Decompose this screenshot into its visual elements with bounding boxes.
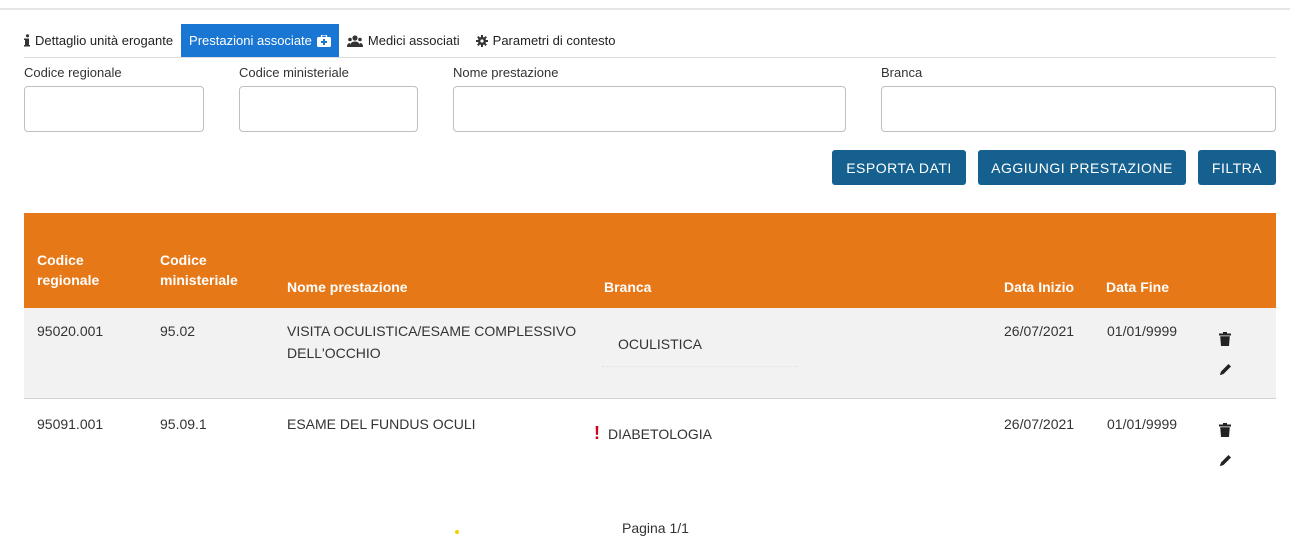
filtra-button[interactable]: FILTRA	[1198, 150, 1276, 185]
tab-label: Dettaglio unità erogante	[35, 33, 174, 48]
table-header: Codice regionale Codice ministeriale Nom…	[24, 213, 1276, 308]
tab-prestazioni-associate[interactable]: Prestazioni associate	[181, 24, 339, 57]
cell-codice-ministeriale: 95.02	[160, 323, 196, 339]
branca-value: DIABETOLOGIA	[608, 426, 712, 442]
tab-dettaglio-unita[interactable]: Dettaglio unità erogante	[24, 24, 181, 57]
users-icon	[346, 34, 363, 47]
cell-branca: OCULISTICA	[610, 332, 702, 355]
codice-ministeriale-label: Codice ministeriale	[239, 65, 349, 80]
cell-branca: ! DIABETOLOGIA	[594, 422, 712, 445]
nome-prestazione-input[interactable]	[453, 86, 846, 132]
table-row: 95091.001 95.09.1 ESAME DEL FUNDUS OCULI…	[24, 399, 1276, 489]
header-data-inizio: Data Inizio	[1004, 279, 1075, 295]
cell-codice-ministeriale: 95.09.1	[160, 416, 207, 432]
cropped-header-text	[18, 0, 218, 4]
pagination-label: Pagina 1/1	[622, 520, 689, 536]
medical-kit-icon	[316, 34, 331, 47]
cell-data-fine: 01/01/9999	[1107, 323, 1178, 339]
trash-icon[interactable]	[1217, 331, 1233, 347]
cell-codice-regionale: 95020.001	[37, 323, 104, 339]
header-codice-regionale: Codice regionale	[37, 252, 100, 288]
tab-label: Prestazioni associate	[189, 33, 312, 48]
branca-label: Branca	[881, 65, 923, 80]
branca-value: OCULISTICA	[618, 336, 703, 352]
header-codice-ministeriale: Codice ministeriale	[160, 252, 238, 288]
pagination-indicator	[455, 530, 459, 534]
tab-parametri-contesto[interactable]: Parametri di contesto	[468, 24, 624, 57]
trash-icon[interactable]	[1217, 422, 1233, 438]
tab-label: Medici associati	[367, 33, 460, 48]
tab-label: Parametri di contesto	[492, 33, 616, 48]
nome-prestazione-label: Nome prestazione	[453, 65, 559, 80]
esporta-dati-button[interactable]: ESPORTA DATI	[832, 150, 966, 185]
codice-regionale-input[interactable]	[24, 86, 204, 132]
pencil-icon[interactable]	[1217, 361, 1233, 377]
tab-bar-border	[24, 57, 1276, 58]
pencil-icon[interactable]	[1217, 452, 1233, 468]
tab-bar: Dettaglio unità erogante Prestazioni ass…	[24, 24, 624, 57]
cell-codice-regionale: 95091.001	[37, 416, 104, 432]
header-data-fine: Data Fine	[1106, 279, 1170, 295]
info-icon	[24, 34, 30, 47]
codice-regionale-label: Codice regionale	[24, 65, 122, 80]
cell-data-fine: 01/01/9999	[1107, 416, 1178, 432]
branca-underline	[602, 366, 798, 367]
top-divider	[0, 8, 1290, 10]
header-nome-prestazione: Nome prestazione	[287, 279, 408, 295]
cell-nome-prestazione: VISITA OCULISTICA/ESAME COMPLESSIVO DELL…	[287, 323, 577, 361]
cell-data-inizio: 26/07/2021	[1004, 323, 1075, 339]
cell-nome-prestazione: ESAME DEL FUNDUS OCULI	[287, 416, 476, 432]
gear-icon	[475, 34, 488, 47]
cell-data-inizio: 26/07/2021	[1004, 416, 1075, 432]
aggiungi-prestazione-button[interactable]: AGGIUNGI PRESTAZIONE	[978, 150, 1186, 185]
table-row: 95020.001 95.02 VISITA OCULISTICA/ESAME …	[24, 308, 1276, 399]
tab-medici-associati[interactable]: Medici associati	[339, 24, 468, 57]
warning-icon: !	[594, 423, 600, 443]
branca-input[interactable]	[881, 86, 1276, 132]
codice-ministeriale-input[interactable]	[239, 86, 418, 132]
header-branca: Branca	[604, 279, 652, 295]
